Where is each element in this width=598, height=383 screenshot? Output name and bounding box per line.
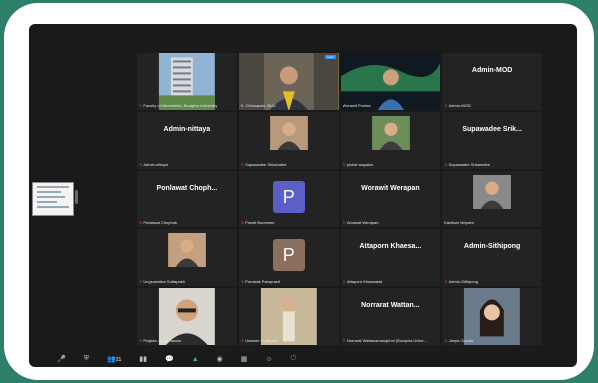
participant-tile[interactable]: ✕ Faculty of Informatics, Burapha Univers…	[137, 53, 237, 110]
participant-name-label: Norrarat Wattanamongkhol (Burapha Unive.…	[346, 337, 427, 343]
muted-mic-icon: ✕	[342, 337, 346, 343]
muted-mic-icon: ✕	[444, 161, 448, 167]
participant-name-label: Supawadee Srikamdee	[448, 161, 490, 167]
zoom-meeting-window: ✕ Faculty of Informatics, Burapha Univers…	[29, 24, 577, 367]
muted-mic-icon: ✕	[444, 337, 448, 343]
participant-name-label: Ponlawat Chophuk	[143, 220, 177, 226]
participant-display-name: Admin-nittaya	[163, 125, 211, 133]
participant-photo	[168, 233, 206, 268]
polls-icon[interactable]: ▮▮	[139, 355, 147, 363]
participant-photo	[269, 115, 308, 150]
muted-mic-icon: ✕	[240, 279, 245, 285]
participant-name-label: Janya Chpaio	[448, 337, 474, 343]
avatar: P	[272, 180, 305, 213]
participant-photo	[371, 115, 410, 150]
participant-tile[interactable]: ✕ pichet wayalun	[340, 111, 441, 169]
gallery-view-grid: ✕ Faculty of Informatics, Burapha Univers…	[137, 53, 542, 345]
participant-tile[interactable]: Admin-Sithipong ✕ Admin-Sithipong	[442, 229, 542, 287]
participant-tile[interactable]: Worawit Werapan ✕ Worawit Werapan	[340, 170, 441, 228]
participant-tile[interactable]: Host K. Chinnapan, BUU	[238, 53, 339, 110]
participant-display-name: Supawadee Srik...	[462, 125, 522, 133]
participant-video	[238, 288, 339, 345]
participant-tile[interactable]: Attaporn Khaesa... ✕ Attaporn Khaesakat	[340, 229, 441, 287]
muted-mic-icon: ✕	[139, 220, 143, 226]
participant-name-label: Pornsiak Pamprasit	[245, 279, 280, 285]
participant-tile[interactable]: Admin-nittaya ✕ Admin-nittaya	[137, 111, 237, 169]
participant-name-label: Admin-Sithipong	[448, 279, 478, 285]
participant-tile[interactable]: ✕ Prajaks Jitngernadan	[137, 288, 237, 345]
reactions-icon[interactable]: ☺	[265, 356, 272, 363]
muted-mic-icon: ✕	[342, 161, 346, 167]
participant-display-name: Admin-Sithipong	[463, 243, 521, 251]
participant-name-label: Ungsumalee Suttapakti	[143, 279, 185, 285]
participant-name-label: K. Chinnapan, BUU	[240, 102, 276, 108]
participant-name-label: Worawit Pontae	[342, 102, 371, 108]
muted-mic-icon: ✕	[139, 161, 143, 167]
participant-video	[137, 53, 237, 110]
participant-display-name: Ponlawat Choph...	[156, 184, 218, 192]
participant-display-name: Admin-MOD	[471, 67, 513, 74]
mute-icon[interactable]: 🎤	[57, 355, 66, 363]
avatar: P	[272, 239, 305, 272]
rounded-white-frame: ✕ Faculty of Informatics, Burapha Univers…	[4, 3, 594, 380]
participant-tile[interactable]: ✕ Janya Chpaio	[442, 288, 542, 345]
participant-tile[interactable]: P ✕ Pornsiak Pamprasit	[238, 229, 339, 287]
participant-display-name: Norrarat Wattan...	[361, 302, 420, 310]
muted-mic-icon: ✕	[139, 337, 143, 343]
participant-name-label: Prajaks Jitngernadan	[143, 337, 181, 343]
participant-name-label: Unsiwer Kuatiyom	[245, 337, 278, 343]
muted-mic-icon: ✕	[342, 220, 346, 226]
meeting-toolbar: 🎤 ⛨ 👥21 ▮▮ 💬 ▲ ◉ ▦ ☺ ⏻	[29, 351, 577, 367]
participant-tile[interactable]: ✕ Ungsumalee Suttapakti	[137, 229, 237, 287]
muted-mic-icon: ✕	[139, 102, 143, 108]
participant-name-label: Attaporn Khaesakat	[346, 279, 382, 285]
participant-tile[interactable]: ✕ Unsiwer Kuatiyom	[238, 288, 339, 345]
participant-name-label: Admin-nittaya	[143, 161, 168, 167]
muted-mic-icon: ✕	[139, 279, 143, 285]
muted-mic-icon: ✕	[444, 102, 448, 108]
participant-name-label: Faculty of Informatics, Burapha Universi…	[143, 102, 218, 108]
participant-name-label: Prawit Boonmee	[245, 220, 275, 226]
muted-mic-icon: ✕	[444, 279, 448, 285]
breakout-icon[interactable]: ▦	[241, 355, 248, 363]
participant-tile[interactable]: Norrarat Wattan... ✕ Norrarat Wattanamongk…	[340, 288, 441, 345]
leave-icon[interactable]: ⏻	[291, 355, 297, 363]
participant-tile[interactable]: Admin-MOD ✕ Admin-MOD	[442, 53, 542, 110]
participant-name-label: Worawit Werapan	[346, 220, 379, 226]
participant-tile[interactable]: Supawadee Srik... ✕ Supawadee Srikamdee	[442, 111, 542, 169]
shared-screen-thumbnail[interactable]	[32, 182, 74, 216]
participant-tile[interactable]: Ponlawat Choph... ✕ Ponlawat Chophuk	[137, 170, 237, 228]
participant-name-label: pichet wayalun	[346, 161, 374, 167]
thumbnail-resize-handle[interactable]	[75, 190, 78, 204]
participant-video	[442, 288, 542, 345]
muted-mic-icon: ✕	[342, 279, 346, 285]
participant-video	[137, 288, 237, 345]
participant-tile[interactable]: P ✕ Prawit Boonmee	[238, 170, 339, 228]
participant-tile[interactable]: Worawit Pontae	[340, 53, 441, 110]
record-icon[interactable]: ◉	[217, 355, 223, 363]
participant-tile[interactable]: ✕ Supawadee Srikamdee	[238, 111, 339, 169]
muted-mic-icon: ✕	[240, 337, 245, 343]
participant-display-name: Attaporn Khaesa...	[359, 243, 422, 251]
participants-icon[interactable]: 👥21	[107, 355, 121, 363]
muted-mic-icon: ✕	[240, 161, 245, 167]
participant-tile[interactable]: Kanitsat Veiyaen	[442, 170, 542, 228]
participant-photo	[473, 174, 512, 209]
host-badge: Host	[325, 55, 336, 59]
participant-name-label: Supawadee Srikamdee	[245, 161, 287, 167]
participant-display-name: Worawit Werapan	[361, 184, 420, 192]
security-icon[interactable]: ⛨	[84, 355, 89, 363]
participant-name-label: Kanitsat Veiyaen	[444, 220, 475, 226]
participant-video	[238, 53, 339, 110]
share-icon[interactable]: ▲	[192, 356, 199, 363]
chat-icon[interactable]: 💬	[165, 355, 174, 363]
participant-video	[340, 53, 441, 110]
participant-name-label: Admin-MOD	[448, 102, 471, 108]
muted-mic-icon: ✕	[240, 220, 245, 226]
